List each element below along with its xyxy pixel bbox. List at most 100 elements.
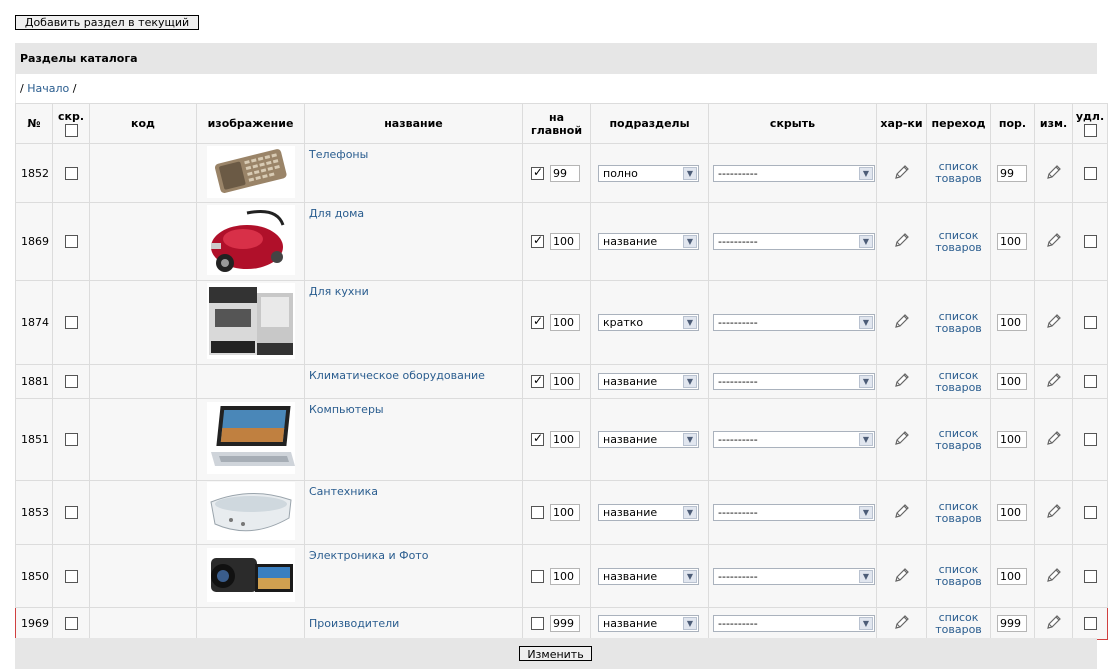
product-list-link[interactable]: список товаров	[927, 564, 990, 588]
subsections-select[interactable]: полно ▼	[598, 164, 699, 182]
row-order-cell: 100	[990, 280, 1035, 365]
product-list-link[interactable]: список товаров	[927, 611, 990, 636]
row-id: 1850	[15, 544, 53, 608]
on-main-checkbox[interactable]	[531, 431, 544, 446]
props-edit-button[interactable]	[876, 398, 927, 481]
section-name-link[interactable]: Производители	[309, 617, 399, 630]
table-row: 1853 Сантехника 100 название ▼ ---------- ▼ спи…	[15, 480, 1108, 545]
pencil-icon	[1046, 164, 1061, 179]
hide-select[interactable]: ---------- ▼	[713, 373, 875, 390]
main-order-input[interactable]: 100	[550, 373, 580, 390]
on-main-checkbox[interactable]	[531, 373, 544, 388]
order-input[interactable]: 100	[997, 233, 1027, 250]
add-section-button[interactable]: Добавить раздел в текущий	[15, 15, 199, 30]
hide-select[interactable]: ---------- ▼	[713, 504, 875, 521]
hide-checkbox[interactable]	[64, 235, 78, 249]
delete-checkbox[interactable]	[1083, 166, 1097, 180]
hide-all-checkbox[interactable]	[64, 123, 78, 137]
props-edit-button[interactable]	[876, 364, 927, 399]
on-main-checkbox[interactable]	[531, 506, 544, 519]
props-edit-button[interactable]	[876, 202, 927, 281]
product-list-link[interactable]: список товаров	[927, 369, 990, 394]
order-input[interactable]: 100	[997, 504, 1027, 521]
edit-button[interactable]	[1034, 143, 1073, 203]
props-edit-button[interactable]	[876, 607, 927, 640]
main-order-input[interactable]: 999	[550, 615, 580, 632]
props-edit-button[interactable]	[876, 544, 927, 608]
hide-select[interactable]: ---------- ▼	[713, 567, 875, 585]
main-order-input[interactable]: 100	[550, 431, 580, 448]
delete-checkbox[interactable]	[1083, 375, 1097, 389]
main-order-input[interactable]: 99	[550, 164, 580, 182]
edit-button[interactable]	[1034, 202, 1073, 281]
section-name-link[interactable]: Климатическое оборудование	[309, 369, 485, 382]
hide-select[interactable]: ---------- ▼	[713, 615, 875, 632]
product-list-link[interactable]: список товаров	[927, 161, 990, 185]
product-list-link[interactable]: список товаров	[927, 310, 990, 335]
hide-checkbox[interactable]	[64, 617, 78, 631]
props-edit-button[interactable]	[876, 280, 927, 365]
product-list-link[interactable]: список товаров	[927, 427, 990, 452]
order-input[interactable]: 100	[997, 373, 1027, 390]
hide-checkbox[interactable]	[64, 569, 78, 583]
product-list-link[interactable]: список товаров	[927, 500, 990, 525]
on-main-checkbox[interactable]	[531, 569, 544, 583]
hide-checkbox[interactable]	[64, 316, 78, 330]
delete-checkbox[interactable]	[1083, 235, 1097, 249]
on-main-checkbox[interactable]	[531, 165, 544, 180]
hide-select[interactable]: ---------- ▼	[713, 431, 875, 448]
subsections-select[interactable]: название ▼	[598, 504, 699, 521]
main-order-input[interactable]: 100	[550, 233, 580, 250]
section-name-link[interactable]: Компьютеры	[309, 403, 384, 416]
hide-checkbox[interactable]	[64, 433, 78, 447]
section-name-link[interactable]: Сантехника	[309, 485, 378, 498]
edit-button[interactable]	[1034, 480, 1073, 545]
on-main-checkbox[interactable]	[531, 617, 544, 630]
hide-select[interactable]: ---------- ▼	[713, 233, 875, 250]
order-input[interactable]: 100	[997, 431, 1027, 448]
order-input[interactable]: 999	[997, 615, 1027, 632]
save-button[interactable]: Изменить	[519, 646, 592, 661]
edit-button[interactable]	[1034, 280, 1073, 365]
main-order-input[interactable]: 100	[550, 504, 580, 521]
row-sub-cell: кратко ▼	[590, 280, 709, 365]
order-input[interactable]: 99	[997, 164, 1027, 182]
section-name-link[interactable]: Для дома	[309, 207, 364, 220]
order-input[interactable]: 100	[997, 314, 1027, 331]
row-hide-cell: ---------- ▼	[708, 544, 877, 608]
subsections-select[interactable]: название ▼	[598, 373, 699, 390]
props-edit-button[interactable]	[876, 143, 927, 203]
breadcrumb-home-link[interactable]: Начало	[27, 82, 69, 95]
hide-select[interactable]: ---------- ▼	[713, 314, 875, 331]
hide-checkbox[interactable]	[64, 166, 78, 180]
hide-checkbox[interactable]	[64, 506, 78, 520]
on-main-checkbox[interactable]	[531, 233, 544, 248]
props-edit-button[interactable]	[876, 480, 927, 545]
subsections-select[interactable]: название ▼	[598, 567, 699, 585]
edit-button[interactable]	[1034, 544, 1073, 608]
edit-button[interactable]	[1034, 398, 1073, 481]
delete-checkbox[interactable]	[1083, 316, 1097, 330]
delete-checkbox[interactable]	[1083, 433, 1097, 447]
on-main-checkbox[interactable]	[531, 314, 544, 329]
subsections-select[interactable]: название ▼	[598, 431, 699, 448]
delete-checkbox[interactable]	[1083, 506, 1097, 520]
subsections-select[interactable]: название ▼	[598, 615, 699, 632]
delete-checkbox[interactable]	[1083, 569, 1097, 583]
section-name-link[interactable]: Электроника и Фото	[309, 549, 428, 562]
delete-checkbox[interactable]	[1083, 617, 1097, 631]
main-order-input[interactable]: 100	[550, 567, 580, 585]
edit-button[interactable]	[1034, 607, 1073, 640]
delete-all-checkbox[interactable]	[1083, 123, 1097, 137]
section-name-link[interactable]: Телефоны	[309, 148, 368, 161]
subsections-select[interactable]: кратко ▼	[598, 314, 699, 331]
main-order-input[interactable]: 100	[550, 314, 580, 331]
hide-checkbox[interactable]	[64, 375, 78, 389]
hide-select[interactable]: ---------- ▼	[713, 164, 875, 182]
section-name-link[interactable]: Для кухни	[309, 285, 369, 298]
product-list-link[interactable]: список товаров	[927, 229, 990, 254]
edit-button[interactable]	[1034, 364, 1073, 399]
order-input[interactable]: 100	[997, 567, 1027, 585]
pencil-icon	[1046, 431, 1061, 445]
subsections-select[interactable]: название ▼	[598, 233, 699, 250]
